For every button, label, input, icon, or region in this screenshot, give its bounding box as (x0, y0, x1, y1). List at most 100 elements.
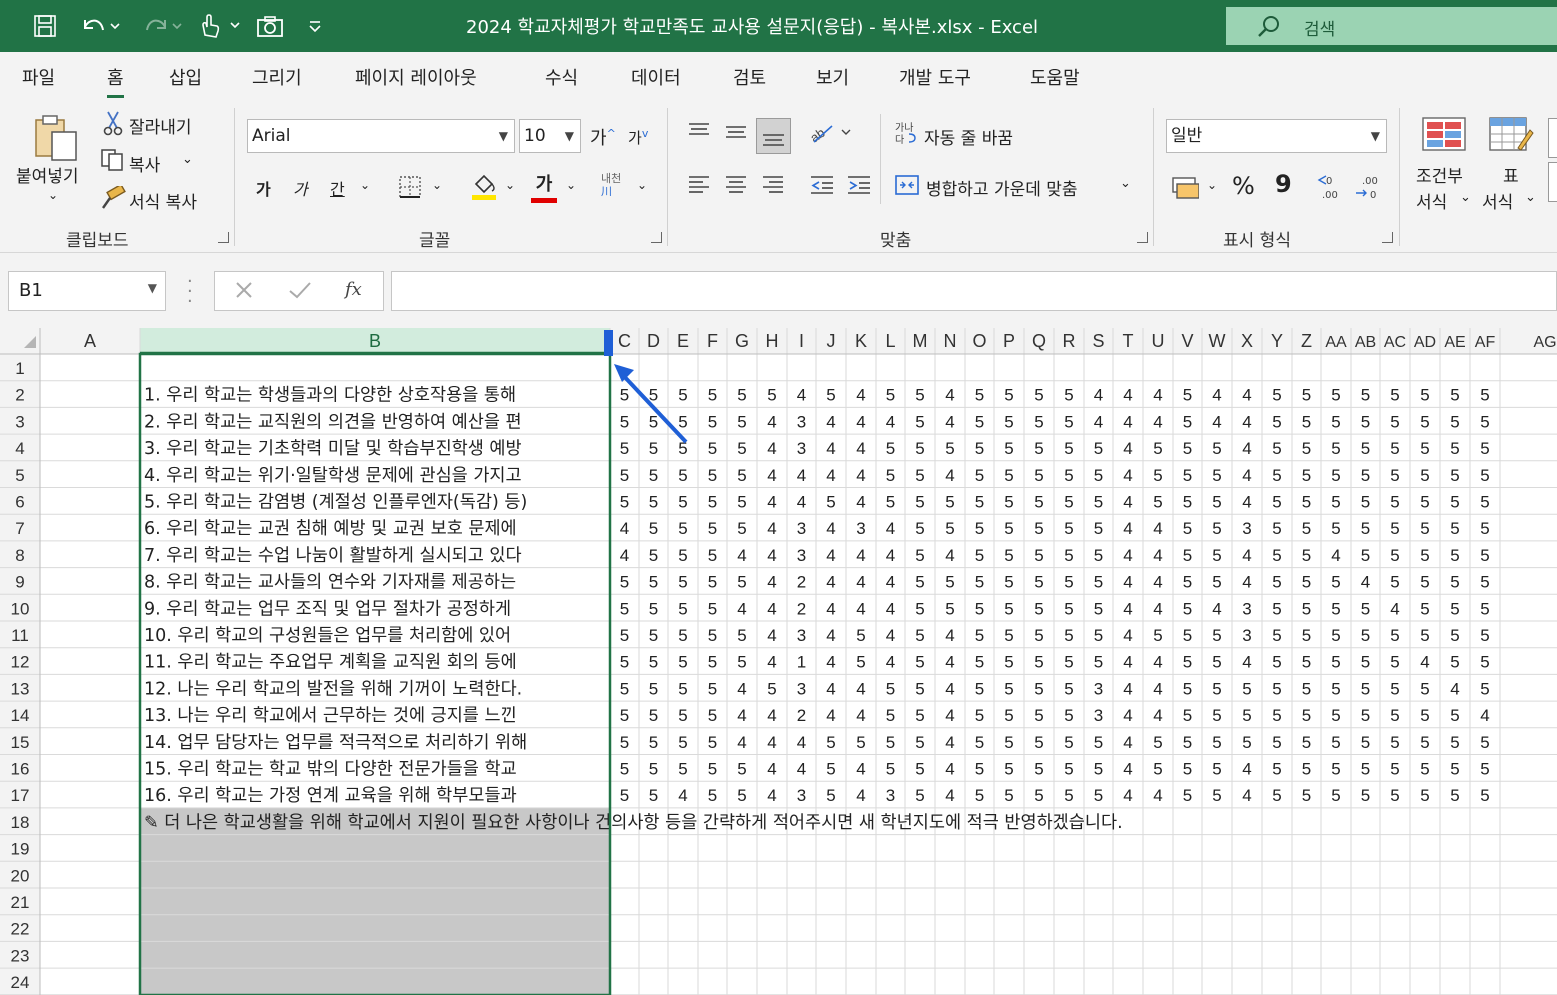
response-cell[interactable]: 5 (1034, 626, 1043, 645)
orientation-icon[interactable]: ab (807, 120, 852, 151)
response-cell[interactable]: 5 (945, 599, 954, 618)
number-launcher-icon[interactable] (1382, 232, 1393, 243)
response-cell[interactable]: 5 (708, 679, 717, 698)
save-icon[interactable] (30, 10, 60, 42)
response-cell[interactable]: 4 (767, 412, 776, 431)
response-cell[interactable]: 5 (1450, 412, 1459, 431)
response-cell[interactable]: 5 (915, 573, 924, 592)
column-header-b[interactable]: B (369, 331, 381, 351)
column-header-k[interactable]: K (855, 331, 867, 351)
response-cell[interactable]: 5 (1272, 493, 1281, 512)
bold-button[interactable]: 가 (256, 176, 271, 200)
format-painter-icon[interactable] (100, 183, 126, 215)
response-cell[interactable]: 5 (1183, 439, 1192, 458)
response-cell[interactable]: 5 (915, 706, 924, 725)
response-cell[interactable]: 5 (1302, 786, 1311, 805)
response-cell[interactable]: 5 (1004, 626, 1013, 645)
response-cell[interactable]: 4 (1420, 653, 1429, 672)
response-cell[interactable]: 5 (1212, 626, 1221, 645)
response-cell[interactable]: 5 (1034, 573, 1043, 592)
response-cell[interactable]: 5 (886, 760, 895, 779)
response-cell[interactable]: 4 (767, 466, 776, 485)
copy-button[interactable]: 복사 (129, 151, 160, 176)
response-cell[interactable]: 5 (1302, 573, 1311, 592)
column-header-h[interactable]: H (766, 331, 779, 351)
response-cell[interactable]: 5 (708, 733, 717, 752)
response-cell[interactable]: 5 (1361, 493, 1370, 512)
response-cell[interactable]: 5 (1480, 599, 1489, 618)
response-cell[interactable]: 5 (649, 493, 658, 512)
response-cell[interactable]: 5 (915, 439, 924, 458)
camera-icon[interactable] (254, 10, 286, 42)
response-cell[interactable]: 5 (1272, 439, 1281, 458)
response-cell[interactable]: 4 (945, 626, 954, 645)
response-cell[interactable]: 5 (1302, 706, 1311, 725)
response-cell[interactable]: 5 (708, 493, 717, 512)
response-cell[interactable]: 5 (1212, 760, 1221, 779)
response-cell[interactable]: 5 (1064, 546, 1073, 565)
borders-dropdown-icon[interactable]: ⌄ (432, 178, 442, 192)
row-header-14[interactable]: 14 (11, 706, 30, 725)
customize-icon[interactable] (304, 10, 326, 42)
response-cell[interactable]: 5 (1094, 439, 1103, 458)
response-cell[interactable]: 5 (737, 493, 746, 512)
response-cell[interactable]: 5 (1480, 626, 1489, 645)
response-cell[interactable]: 4 (1153, 599, 1162, 618)
response-cell[interactable]: 5 (915, 546, 924, 565)
response-cell[interactable]: 5 (1064, 493, 1073, 512)
comma-style-button[interactable]: 9 (1275, 170, 1292, 198)
response-cell[interactable]: 5 (1450, 626, 1459, 645)
response-cell[interactable]: 5 (1034, 439, 1043, 458)
response-cell[interactable]: 3 (797, 439, 806, 458)
response-cell[interactable]: 5 (1064, 786, 1073, 805)
tab-help[interactable]: 도움말 (1030, 64, 1080, 90)
response-cell[interactable]: 5 (1064, 733, 1073, 752)
response-cell[interactable]: 3 (1242, 519, 1251, 538)
response-cell[interactable]: 5 (708, 653, 717, 672)
response-cell[interactable]: 5 (915, 493, 924, 512)
response-cell[interactable]: 5 (1361, 653, 1370, 672)
response-cell[interactable]: 5 (1153, 466, 1162, 485)
response-cell[interactable]: 4 (856, 786, 865, 805)
response-cell[interactable]: 5 (1183, 519, 1192, 538)
response-cell[interactable]: 4 (826, 439, 835, 458)
alignment-launcher-icon[interactable] (1137, 232, 1148, 243)
response-cell[interactable]: 5 (1034, 519, 1043, 538)
response-cell[interactable]: 5 (1004, 493, 1013, 512)
response-cell[interactable]: 4 (1242, 386, 1251, 405)
response-cell[interactable]: 5 (1183, 786, 1192, 805)
response-cell[interactable]: 5 (1272, 412, 1281, 431)
response-cell[interactable]: 5 (1480, 493, 1489, 512)
response-cell[interactable]: 5 (1272, 733, 1281, 752)
response-cell[interactable]: 5 (620, 653, 629, 672)
touch-mode-icon[interactable] (192, 10, 244, 42)
response-cell[interactable]: 5 (1004, 546, 1013, 565)
response-cell[interactable]: 5 (975, 466, 984, 485)
response-cell[interactable]: 5 (1272, 386, 1281, 405)
response-cell[interactable]: 5 (620, 599, 629, 618)
response-cell[interactable]: 5 (620, 493, 629, 512)
response-cell[interactable]: 5 (1331, 493, 1340, 512)
response-cell[interactable]: 5 (649, 679, 658, 698)
response-cell[interactable]: 5 (1302, 546, 1311, 565)
response-cell[interactable]: 4 (886, 519, 895, 538)
response-cell[interactable]: 5 (1420, 733, 1429, 752)
row-header-1[interactable]: 1 (15, 359, 24, 378)
question-cell[interactable]: 4. 우리 학교는 위기·일탈학생 문제에 관심을 가지고 (144, 466, 522, 486)
phonetic-button[interactable]: 내천 川 (601, 172, 631, 198)
response-cell[interactable]: 5 (1094, 493, 1103, 512)
response-cell[interactable]: 3 (1094, 679, 1103, 698)
response-cell[interactable]: 5 (1302, 599, 1311, 618)
column-header-l[interactable]: L (885, 331, 895, 351)
italic-button[interactable]: 가 (293, 176, 308, 200)
response-cell[interactable]: 4 (1450, 679, 1459, 698)
response-cell[interactable]: 3 (797, 519, 806, 538)
copy-icon[interactable] (100, 148, 126, 177)
response-cell[interactable]: 5 (1212, 733, 1221, 752)
response-cell[interactable]: 5 (1212, 573, 1221, 592)
response-cell[interactable]: 5 (1450, 386, 1459, 405)
response-cell[interactable]: 5 (915, 760, 924, 779)
tab-review[interactable]: 검토 (733, 64, 766, 90)
response-cell[interactable]: 4 (945, 706, 954, 725)
response-cell[interactable]: 5 (886, 706, 895, 725)
